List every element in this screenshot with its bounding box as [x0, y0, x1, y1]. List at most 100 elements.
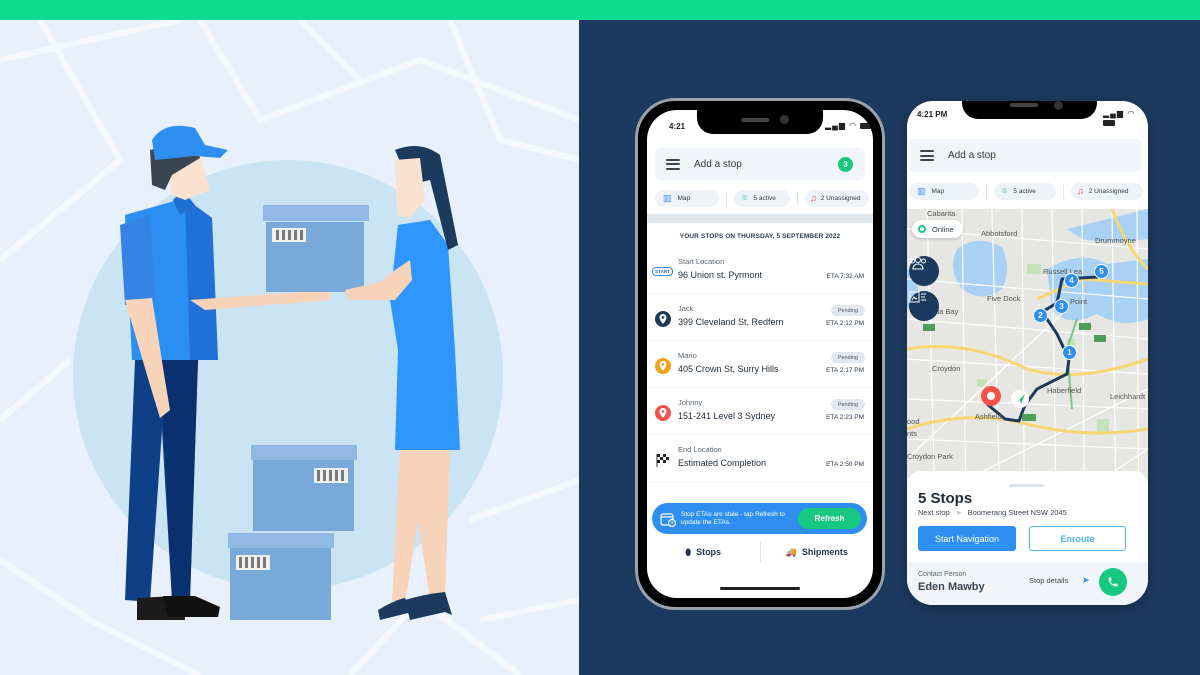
map-label: Point	[1070, 297, 1088, 306]
checkered-flag-icon	[654, 451, 671, 468]
stale-eta-message: Stop ETAs are stale - tap Refresh to upd…	[681, 510, 785, 526]
contact-name: Eden Mawby	[918, 581, 985, 593]
map-label: Leichhardt	[1110, 392, 1146, 401]
bell-icon: ♫	[1077, 186, 1084, 196]
map-label: ood	[907, 417, 920, 426]
map-label: Five Dock	[987, 294, 1021, 303]
phone-stop-list: 4:21 ▂▄▆ ◠ Add a stop 3 ▥ Map ⌾ 5 active ♫…	[635, 98, 885, 610]
group-icon	[910, 257, 926, 270]
map-label: Abbotsford	[981, 229, 1018, 238]
id-card-icon	[909, 291, 926, 303]
filter-chips: ▥ Map ⌾ 5 active ♫ 2 Unassigned	[909, 183, 1143, 200]
unassigned-chip[interactable]: ♫ 2 Unassigned	[805, 190, 869, 207]
package-box-held	[263, 205, 369, 292]
section-divider	[647, 214, 873, 223]
stop-address: 151-241 Level 3 Sydney	[678, 411, 776, 421]
menu-icon[interactable]	[666, 158, 680, 170]
add-stop-search-bar[interactable]: Add a stop	[909, 139, 1142, 172]
team-button[interactable]	[909, 256, 939, 286]
delivery-illustration-panel	[0, 20, 579, 675]
battery-icon	[1103, 119, 1115, 126]
route-marker-2[interactable]: 2	[1033, 308, 1048, 323]
calendar-clock-icon	[660, 512, 676, 527]
online-status-toggle[interactable]: Online	[912, 220, 963, 238]
stop-row-johnny[interactable]: Johnny 151-241 Level 3 Sydney Pending ET…	[647, 389, 873, 435]
phone-notch	[962, 101, 1097, 119]
start-navigation-button[interactable]: Start Navigation	[918, 526, 1016, 551]
map-chip[interactable]: ▥ Map	[909, 183, 979, 200]
stop-name: Johnny	[678, 398, 703, 407]
tab-stops[interactable]: ⬮ Stops	[647, 547, 760, 558]
add-stop-search-bar[interactable]: Add a stop 3	[655, 148, 865, 180]
route-marker-3[interactable]: 3	[1054, 299, 1069, 314]
refresh-button[interactable]: Refresh	[798, 508, 861, 529]
contact-section: Contact Person Eden Mawby Stop details ➤	[907, 562, 1148, 605]
stop-name: End Location	[678, 445, 722, 454]
stop-name: Jack	[678, 304, 694, 313]
location-pin-icon: ⌾	[1002, 186, 1008, 196]
status-badge: Pending	[830, 352, 865, 363]
filter-chips: ▥ Map ⌾ 5 active ♫ 2 Unassigned	[655, 190, 869, 207]
map-label: Croydon Park	[907, 452, 953, 461]
start-tag-icon: START	[652, 263, 673, 280]
stop-row-start[interactable]: START Start Location 96 Union st. Pyrmon…	[647, 248, 873, 294]
add-stop-input[interactable]: Add a stop	[948, 150, 1142, 161]
status-badge: Pending	[830, 305, 865, 316]
route-marker-5[interactable]: 5	[1094, 264, 1109, 279]
stop-row-end[interactable]: End Location Estimated Completion ETA 2:…	[647, 436, 873, 482]
route-summary-sheet: 5 Stops Next stop ➤ Boomerang Street NSW…	[907, 471, 1148, 605]
enroute-button[interactable]: Enroute	[1029, 526, 1126, 551]
dispatch-button[interactable]	[909, 291, 939, 321]
stop-address: 405 Crown St, Surry Hills	[678, 364, 779, 374]
truck-icon: 🚚	[785, 546, 797, 557]
stop-row-mario[interactable]: Mario 405 Crown St, Surry Hills Pending …	[647, 342, 873, 388]
phone-map-view: 4:21 PM ▂▄▆ ◠ Add a stop ▥ Map ⌾ 5 active …	[907, 101, 1148, 605]
tab-shipments[interactable]: 🚚 Shipments	[761, 547, 874, 558]
top-accent-bar	[0, 0, 1200, 20]
arrow-right-icon[interactable]: ➤	[1082, 575, 1090, 586]
route-marker-1[interactable]: 1	[1062, 345, 1077, 360]
stop-eta: ETA 2:12 PM	[826, 320, 864, 327]
stop-eta: ETA 2:50 PM	[826, 461, 864, 468]
phone-icon	[1108, 577, 1118, 587]
stops-date-heading: YOUR STOPS ON THURSDAY, 5 SEPTEMBER 2022	[679, 233, 841, 240]
location-pin-icon	[654, 404, 671, 421]
location-pin-icon: ⌾	[742, 193, 748, 203]
wifi-icon: ◠	[849, 121, 858, 130]
route-marker-4[interactable]: 4	[1064, 273, 1079, 288]
stop-address: 399 Cleveland St, Redfern	[678, 317, 784, 327]
map-label: Ashfield	[975, 412, 1002, 421]
home-indicator	[720, 587, 800, 590]
contact-label: Contact Person	[918, 571, 967, 578]
unassigned-chip[interactable]: ♫ 2 Unassigned	[1071, 183, 1143, 200]
arrow-right-icon: ➤	[955, 509, 962, 517]
stops-count-title: 5 Stops	[918, 490, 973, 507]
next-stop-address: Boomerang Street NSW 2045	[967, 508, 1067, 517]
drag-handle[interactable]	[1009, 484, 1044, 487]
stop-eta: ETA 2:17 PM	[826, 367, 864, 374]
chip-divider	[797, 191, 798, 206]
map-chip[interactable]: ▥ Map	[655, 190, 719, 207]
location-pin-icon	[654, 357, 671, 374]
status-time: 4:21 PM	[917, 110, 948, 119]
call-button[interactable]	[1099, 568, 1127, 596]
stop-name: Start Location	[678, 257, 725, 266]
stop-details-link[interactable]: Stop details	[1029, 576, 1068, 585]
phone-notch	[697, 110, 823, 134]
map-label: nts	[907, 429, 918, 438]
map-icon: ▥	[917, 186, 926, 196]
chip-divider	[726, 191, 727, 206]
signal-icon: ▂▄▆	[1103, 109, 1124, 118]
active-stops-chip[interactable]: ⌾ 5 active	[994, 183, 1056, 200]
menu-icon[interactable]	[920, 150, 934, 161]
status-icons: ▂▄▆ ◠	[825, 121, 873, 130]
wifi-icon: ◠	[1127, 109, 1136, 118]
add-stop-input[interactable]: Add a stop	[694, 159, 838, 170]
active-stops-chip[interactable]: ⌾ 5 active	[734, 190, 790, 207]
next-stop-line: Next stop ➤ Boomerang Street NSW 2045	[918, 508, 1067, 517]
stop-row-jack[interactable]: Jack 399 Cleveland St, Redfern Pending E…	[647, 295, 873, 341]
signal-icon: ▂▄▆	[825, 121, 846, 130]
bottom-tab-bar: ⬮ Stops 🚚 Shipments	[647, 540, 873, 564]
chip-divider	[1063, 184, 1064, 199]
phone-stop-list-screen: 4:21 ▂▄▆ ◠ Add a stop 3 ▥ Map ⌾ 5 active ♫…	[647, 110, 873, 598]
